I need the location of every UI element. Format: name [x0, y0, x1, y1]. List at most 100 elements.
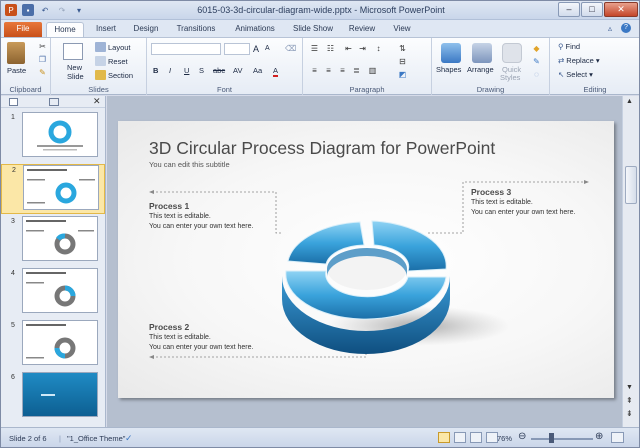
select-button[interactable]: ↖ Select ▾	[558, 70, 593, 79]
layout-label: Layout	[108, 42, 131, 52]
quick-styles-button-line2[interactable]: Styles	[500, 73, 520, 82]
paste-icon[interactable]	[7, 42, 25, 64]
slides-tab-icon[interactable]	[9, 98, 18, 106]
zoom-in-icon[interactable]: ⊕	[595, 431, 603, 442]
section-button[interactable]: Section	[95, 70, 133, 80]
previous-slide-icon[interactable]: ⇞	[626, 396, 633, 405]
minimize-icon[interactable]: –	[558, 2, 580, 17]
find-button[interactable]: ⚲ Find	[558, 42, 580, 51]
new-slide-button[interactable]: New	[67, 63, 82, 72]
tab-file[interactable]: File	[4, 22, 42, 37]
bullets-icon[interactable]: ☰	[309, 44, 320, 54]
tab-home[interactable]: Home	[46, 22, 84, 37]
help-icon[interactable]: ?	[621, 23, 631, 33]
shape-fill-icon[interactable]: ◆	[531, 44, 542, 54]
new-slide-icon[interactable]	[63, 43, 83, 60]
slide-thumbnail-1[interactable]: 1	[1, 112, 105, 162]
slide-sorter-icon[interactable]	[454, 432, 466, 443]
minimize-ribbon-icon[interactable]: ▵	[608, 24, 617, 33]
drawing-label: Drawing	[476, 85, 505, 94]
reading-view-icon[interactable]	[470, 432, 482, 443]
slide-number: 6	[11, 374, 15, 381]
clear-formatting-icon[interactable]: ⌫	[285, 44, 296, 54]
process3-heading: Process 3	[471, 187, 512, 197]
shape-outline-icon[interactable]: ✎	[531, 57, 542, 67]
process2-text[interactable]: Process 2 This text is editable. You can…	[149, 322, 253, 352]
columns-icon[interactable]: ▥	[367, 66, 378, 76]
fit-to-window-icon[interactable]	[611, 432, 624, 443]
scroll-up-icon[interactable]: ▲	[626, 98, 633, 105]
shapes-icon[interactable]	[441, 43, 461, 63]
decrease-indent-icon[interactable]: ⇤	[343, 44, 354, 54]
tab-slide-show[interactable]: Slide Show	[288, 22, 338, 37]
outline-tab-icon[interactable]	[49, 98, 59, 106]
process1-text[interactable]: Process 1 This text is editable. You can…	[149, 201, 253, 231]
next-slide-icon[interactable]: ⇟	[626, 409, 633, 418]
layout-button[interactable]: Layout	[95, 42, 131, 52]
grow-font-button[interactable]: A	[253, 44, 259, 54]
zoom-slider[interactable]	[531, 438, 593, 440]
tab-transitions[interactable]: Transitions	[170, 22, 222, 37]
close-icon[interactable]: ✕	[604, 2, 638, 17]
cut-icon[interactable]: ✂	[37, 42, 48, 52]
replace-button[interactable]: ⇄ Replace ▾	[558, 56, 600, 65]
convert-smartart-icon[interactable]: ◩	[397, 70, 408, 80]
paste-button[interactable]: Paste	[7, 66, 26, 75]
process3-line1: This text is editable.	[471, 199, 533, 206]
slide-thumbnail-5[interactable]: 5	[1, 320, 105, 370]
reset-button[interactable]: Reset	[95, 56, 128, 66]
justify-icon[interactable]: ≣	[351, 66, 362, 76]
slide-thumbnail-6[interactable]: 6	[1, 372, 105, 422]
align-center-icon[interactable]: ≡	[323, 66, 334, 76]
line-spacing-icon[interactable]: ↕	[373, 44, 384, 54]
process3-text[interactable]: Process 3 This text is editable. You can…	[471, 187, 575, 217]
thumbnail-image	[22, 320, 98, 365]
tab-animations[interactable]: Animations	[228, 22, 282, 37]
copy-icon[interactable]: ❐	[37, 55, 48, 65]
align-left-icon[interactable]: ≡	[309, 66, 320, 76]
shrink-font-button[interactable]: A	[265, 45, 270, 52]
tab-view[interactable]: View	[387, 22, 417, 37]
scroll-down-icon[interactable]: ▼	[626, 384, 633, 391]
font-color-button[interactable]: A	[273, 66, 279, 77]
strikethrough-button[interactable]: abc	[213, 66, 225, 75]
vertical-scrollbar[interactable]: ▲ ▼ ⇞ ⇟	[622, 96, 639, 427]
zoom-slider-thumb[interactable]	[549, 433, 554, 443]
text-direction-icon[interactable]: ⇅	[397, 44, 408, 54]
arrange-icon[interactable]	[472, 43, 492, 63]
shadow-button[interactable]: S	[199, 66, 204, 75]
character-spacing-button[interactable]: AV	[233, 66, 242, 75]
align-right-icon[interactable]: ≡	[337, 66, 348, 76]
underline-button[interactable]: U	[184, 66, 189, 75]
change-case-button[interactable]: Aa	[253, 66, 262, 75]
normal-view-icon[interactable]	[438, 432, 450, 443]
slide-thumbnail-2[interactable]: 2	[1, 164, 105, 214]
align-text-icon[interactable]: ⊟	[397, 57, 408, 67]
quick-styles-icon[interactable]	[502, 43, 522, 63]
spell-check-icon[interactable]: ✓	[125, 433, 133, 444]
slide-thumbnail-3[interactable]: 3	[1, 216, 105, 266]
new-slide-button-line2[interactable]: Slide	[67, 72, 84, 81]
theme-name[interactable]: "1_Office Theme"	[67, 434, 125, 443]
format-painter-icon[interactable]: ✎	[37, 68, 48, 78]
zoom-level[interactable]: 76%	[497, 434, 512, 443]
zoom-out-icon[interactable]: ⊖	[518, 431, 526, 442]
tab-design[interactable]: Design	[128, 22, 164, 37]
font-name-combo[interactable]	[151, 43, 221, 55]
slide-canvas[interactable]: 3D Circular Process Diagram for PowerPoi…	[118, 121, 614, 398]
close-pane-icon[interactable]: ✕	[93, 96, 101, 107]
process1-line1: This text is editable.	[149, 213, 211, 220]
bold-button[interactable]: B	[153, 66, 158, 75]
numbering-icon[interactable]: ☷	[325, 44, 336, 54]
arrange-button[interactable]: Arrange	[467, 65, 494, 74]
tab-insert[interactable]: Insert	[89, 22, 123, 37]
scroll-thumb[interactable]	[625, 166, 637, 204]
font-size-combo[interactable]	[224, 43, 250, 55]
shapes-button[interactable]: Shapes	[436, 65, 461, 74]
tab-review[interactable]: Review	[344, 22, 380, 37]
slide-thumbnail-4[interactable]: 4	[1, 268, 105, 318]
shape-effects-icon[interactable]: ◌	[531, 70, 542, 80]
increase-indent-icon[interactable]: ⇥	[357, 44, 368, 54]
italic-button[interactable]: I	[169, 66, 171, 75]
maximize-icon[interactable]: □	[581, 2, 603, 17]
